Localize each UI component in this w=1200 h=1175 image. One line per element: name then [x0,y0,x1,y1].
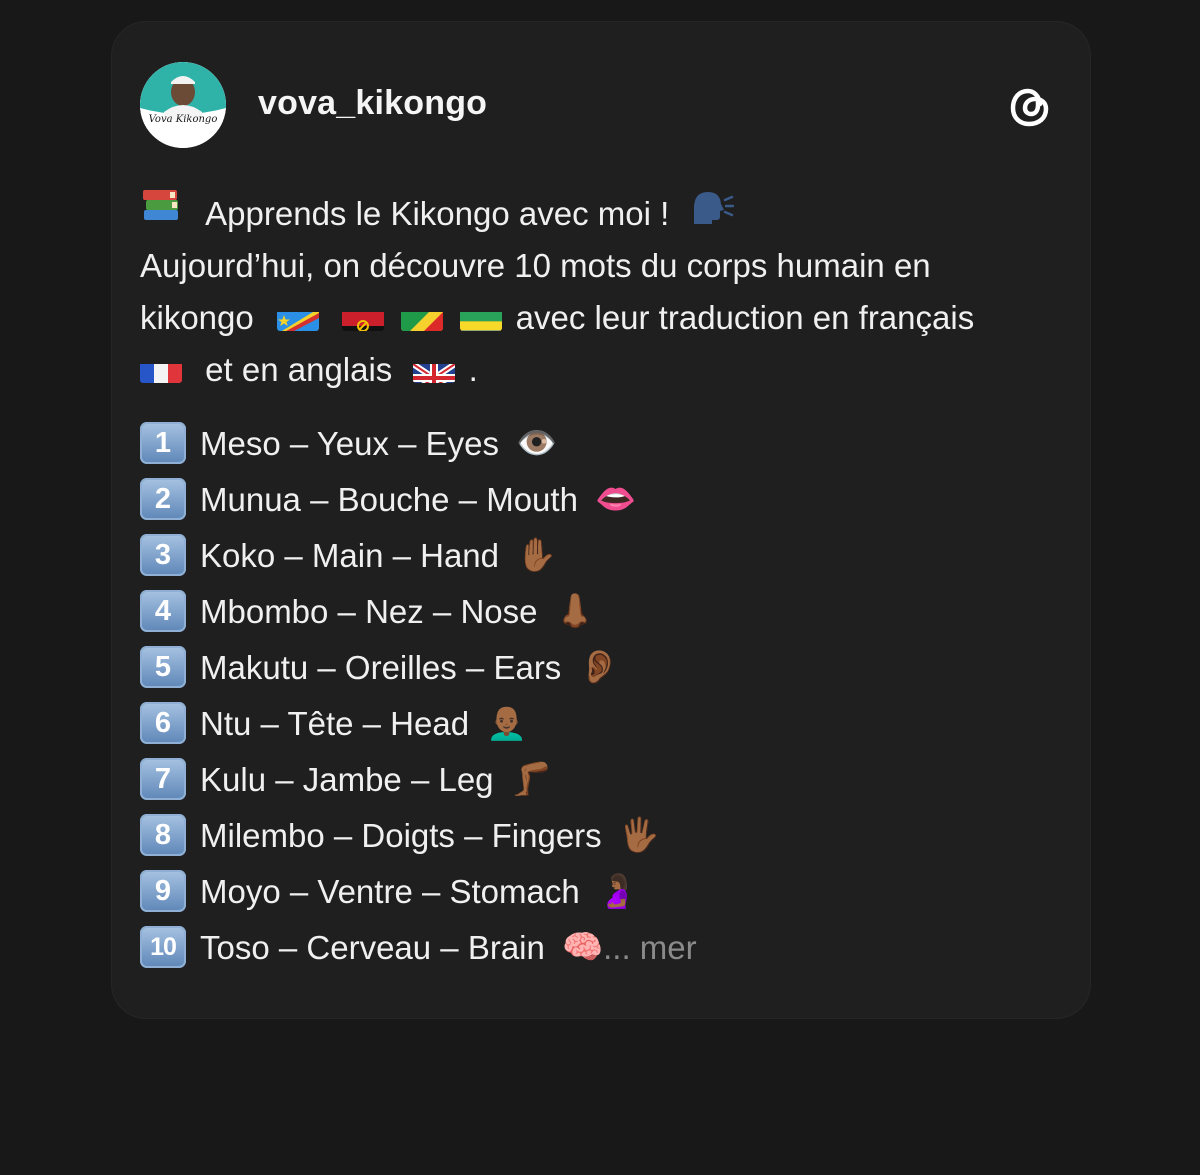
list-item-text: Makutu – Oreilles – Ears [200,649,562,686]
avatar-image [140,62,226,148]
avatar[interactable]: Vova Kikongo [140,62,226,148]
flag-gabon-icon [460,303,503,332]
keycap-number-icon: 5 [140,646,186,689]
leg-icon: 🦵🏾 [510,760,552,798]
bald-head-icon: 👨🏾‍🦲 [486,704,528,742]
list-item-text: Mbombo – Nez – Nose [200,593,538,630]
brain-icon: 🧠 [562,928,604,966]
intro-line-3: kikongo avec leur traduction en français [140,292,1070,344]
list-item: 9 Moyo – Ventre – Stomach 🤰🏾 [140,864,1070,920]
pregnant-woman-icon: 🤰🏾 [596,872,638,910]
avatar-label: Vova Kikongo [148,114,218,125]
list-item: 3 Koko – Main – Hand ✋🏾 [140,528,1070,584]
flag-drc-icon [276,303,319,332]
raised-hand-fingers-icon: 🖐🏾 [618,816,660,854]
intro-line-1: Apprends le Kikongo avec moi ! [140,188,1070,240]
list-item: 5 Makutu – Oreilles – Ears 👂🏾 [140,640,1070,696]
intro-text-4b: . [468,351,478,388]
intro-text-3b: avec leur traduction en français [515,299,975,336]
nose-icon: 👃🏾 [554,592,596,630]
keycap-number-icon: 6 [140,702,186,745]
flag-france-icon [140,355,182,384]
intro-line-4: et en anglais . [140,344,1070,396]
intro-text-4a: et en anglais [205,351,393,388]
list-item: 4 Mbombo – Nez – Nose 👃🏾 [140,584,1070,640]
flag-uk-icon [413,355,456,384]
post-body: Apprends le Kikongo avec moi ! Aujourd’h… [140,188,1070,976]
username-link[interactable]: vova_kikongo [258,84,487,123]
intro-text-3a: kikongo [140,299,254,336]
list-item: 10 Toso – Cerveau – Brain 🧠... mer [140,920,1070,976]
keycap-number-icon: 8 [140,814,186,857]
list-item-text: Koko – Main – Hand [200,537,500,574]
list-item-text: Munua – Bouche – Mouth [200,481,578,518]
keycap-number-icon: 9 [140,870,186,913]
list-item-text: Ntu – Tête – Head [200,705,470,742]
keycap-number-icon: 4 [140,590,186,633]
flag-congo-icon [401,303,444,332]
list-item: 6 Ntu – Tête – Head 👨🏾‍🦲 [140,696,1070,752]
list-item: 8 Milembo – Doigts – Fingers 🖐🏾 [140,808,1070,864]
word-list: 1 Meso – Yeux – Eyes 👁️ 2 Munua – Bouche –… [140,416,1070,976]
list-item-text: Moyo – Ventre – Stomach [200,873,580,910]
keycap-number-icon: 2 [140,478,186,521]
list-item: 7 Kulu – Jambe – Leg 🦵🏾 [140,752,1070,808]
keycap-number-icon: 10 [140,926,186,969]
list-item-text: Meso – Yeux – Eyes [200,425,500,462]
intro-text-1: Apprends le Kikongo avec moi ! [205,195,670,232]
read-more-link[interactable]: ... mer [603,929,697,966]
post-card[interactable]: Vova Kikongo vova_kikongo Apprends le Ki… [112,22,1090,1018]
mouth-icon: 👄 [595,480,637,518]
list-item: 1 Meso – Yeux – Eyes 👁️ [140,416,1070,472]
threads-logo-icon[interactable] [1002,78,1058,134]
books-icon [140,186,184,241]
list-item-text: Kulu – Jambe – Leg [200,761,494,798]
keycap-number-icon: 3 [140,534,186,577]
keycap-number-icon: 7 [140,758,186,801]
list-item-text: Milembo – Doigts – Fingers [200,817,602,854]
flag-angola-icon [342,303,385,332]
list-item: 2 Munua – Bouche – Mouth 👄 [140,472,1070,528]
intro-line-2: Aujourd’hui, on découvre 10 mots du corp… [140,247,931,284]
ear-icon: 👂🏾 [578,648,620,686]
eye-icon: 👁️ [516,424,558,462]
speaking-head-icon [688,186,735,241]
hand-icon: ✋🏾 [516,536,558,574]
list-item-text: Toso – Cerveau – Brain [200,929,545,966]
keycap-number-icon: 1 [140,422,186,465]
